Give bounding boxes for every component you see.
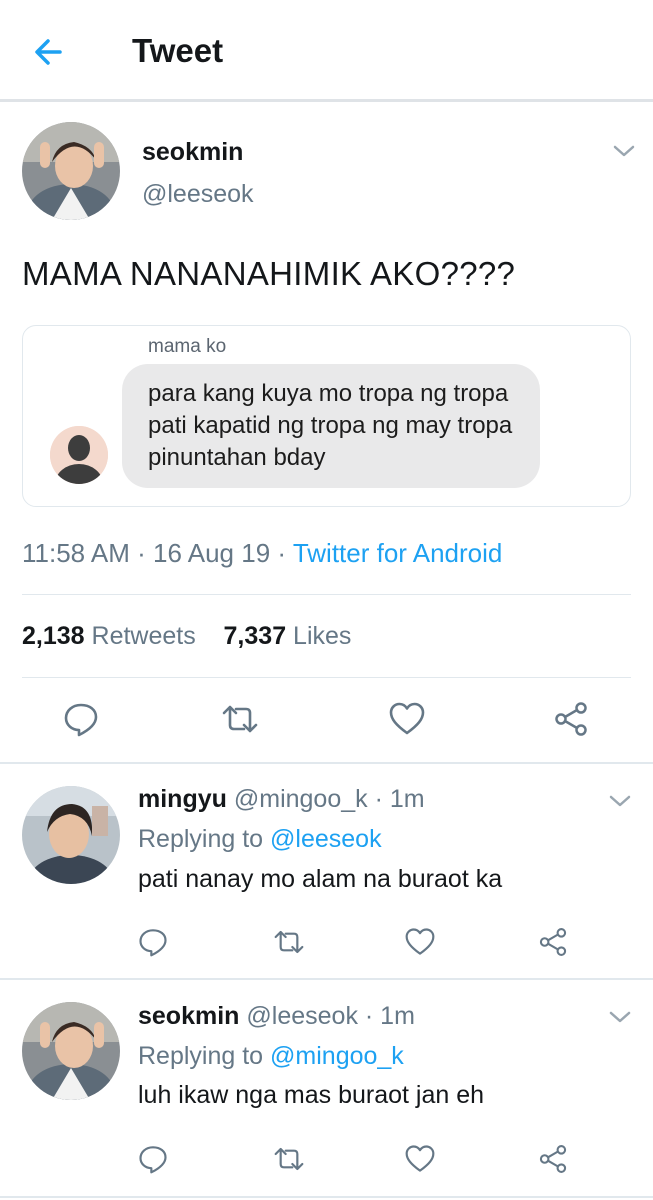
avatar[interactable] xyxy=(22,786,120,884)
mention-link[interactable]: @leeseok xyxy=(270,825,382,853)
top-bar: Tweet xyxy=(0,0,653,102)
reply-button[interactable] xyxy=(131,1137,175,1181)
chevron-down-icon xyxy=(613,145,635,157)
mention-link[interactable]: @mingoo_k xyxy=(270,1042,404,1070)
tweet-meta: 11:58 AM · 16 Aug 19 · Twitter for Andro… xyxy=(22,538,503,568)
like-button[interactable] xyxy=(398,920,442,964)
reply-button[interactable] xyxy=(131,920,175,964)
back-button[interactable] xyxy=(30,30,70,74)
reply-time: 1m xyxy=(380,1002,415,1030)
tweet-source-link[interactable]: Twitter for Android xyxy=(293,538,503,568)
heart-icon xyxy=(405,1145,435,1172)
speech-bubble-icon xyxy=(139,1146,167,1174)
heart-icon xyxy=(405,928,435,955)
like-button[interactable] xyxy=(398,1137,442,1181)
reply-options-button[interactable] xyxy=(608,792,632,810)
likes-stat[interactable]: 7,337 Likes xyxy=(224,622,352,650)
reply-time: 1m xyxy=(389,785,425,813)
divider xyxy=(22,594,631,595)
chevron-down-icon xyxy=(609,1011,631,1023)
section-divider xyxy=(0,978,653,980)
author-handle[interactable]: @leeseok xyxy=(142,180,254,209)
section-divider xyxy=(0,762,653,764)
replying-to: Replying to @leeseok xyxy=(138,825,382,853)
reply-author-name[interactable]: seokmin xyxy=(138,1002,239,1030)
tweet-text: MAMA NANANAHIMIK AKO???? xyxy=(22,255,516,292)
reply-button[interactable] xyxy=(59,697,103,741)
retweet-button[interactable] xyxy=(267,1137,311,1181)
heart-icon xyxy=(389,702,425,735)
avatar[interactable] xyxy=(22,122,120,220)
message-sender: mama ko xyxy=(148,336,227,357)
sender-avatar xyxy=(50,426,108,484)
retweet-icon xyxy=(274,1147,304,1171)
share-button[interactable] xyxy=(531,1137,575,1181)
retweet-icon xyxy=(274,930,304,954)
speech-bubble-icon xyxy=(139,929,167,957)
reply-header: mingyu @mingoo_k · 1m xyxy=(138,785,425,813)
reply-text: pati nanay mo alam na buraot ka xyxy=(138,865,503,893)
like-button[interactable] xyxy=(385,697,429,741)
divider xyxy=(22,677,631,678)
tweet-date: 16 Aug 19 xyxy=(153,538,271,568)
speech-bubble-icon xyxy=(64,703,98,737)
arrow-left-icon xyxy=(35,39,62,65)
retweet-button[interactable] xyxy=(218,697,262,741)
retweets-stat[interactable]: 2,138 Retweets xyxy=(22,622,196,650)
author-name[interactable]: seokmin xyxy=(142,138,243,167)
replying-to: Replying to @mingoo_k xyxy=(138,1042,404,1070)
share-button[interactable] xyxy=(549,697,593,741)
share-icon xyxy=(555,702,587,736)
reply-author-handle[interactable]: @leeseok xyxy=(246,1002,358,1030)
section-divider xyxy=(0,1196,653,1198)
embedded-image[interactable]: mama ko para kang kuya mo tropa ng tropa… xyxy=(22,325,631,507)
chevron-down-icon xyxy=(609,795,631,807)
tweet-stats: 2,138 Retweets 7,337 Likes xyxy=(22,622,351,651)
share-button[interactable] xyxy=(531,920,575,964)
retweet-button[interactable] xyxy=(267,920,311,964)
tweet-options-button[interactable] xyxy=(612,142,636,160)
reply-author-handle[interactable]: @mingoo_k xyxy=(234,785,368,813)
tweet-time: 11:58 AM xyxy=(22,538,130,568)
message-bubble: para kang kuya mo tropa ng tropa pati ka… xyxy=(122,364,540,488)
reply-header: seokmin @leeseok · 1m xyxy=(138,1002,415,1030)
share-icon xyxy=(539,928,567,956)
page-title: Tweet xyxy=(132,32,224,69)
reply-author-name[interactable]: mingyu xyxy=(138,785,227,813)
reply-text: luh ikaw nga mas buraot jan eh xyxy=(138,1081,485,1109)
avatar[interactable] xyxy=(22,1002,120,1100)
retweet-icon xyxy=(222,705,258,733)
reply-options-button[interactable] xyxy=(608,1008,632,1026)
share-icon xyxy=(539,1145,567,1173)
